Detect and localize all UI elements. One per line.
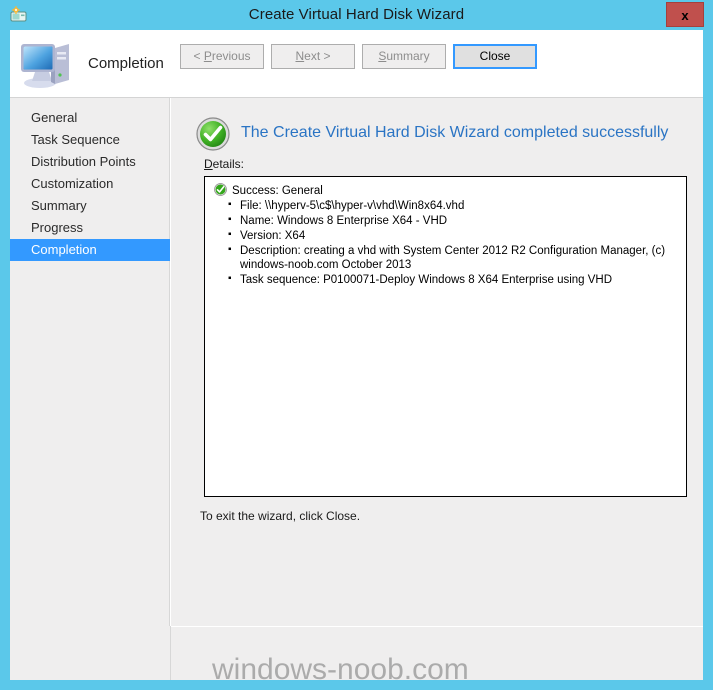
details-item: Version: X64: [228, 228, 678, 243]
details-heading: Success: General: [214, 183, 323, 197]
next-button[interactable]: Next >: [271, 44, 355, 69]
completion-status: The Create Virtual Hard Disk Wizard comp…: [196, 113, 696, 153]
success-check-small-icon: [214, 183, 227, 196]
sidebar-item-distribution-points[interactable]: Distribution Points: [10, 151, 170, 173]
details-label: Details:: [204, 157, 245, 171]
content-panel: The Create Virtual Hard Disk Wizard comp…: [171, 98, 703, 626]
details-item: Name: Windows 8 Enterprise X64 - VHD: [228, 213, 678, 228]
close-icon[interactable]: x: [666, 2, 704, 27]
details-box[interactable]: Success: General File: \\hyperv-5\c$\hyp…: [204, 176, 687, 497]
previous-button[interactable]: < Previous: [180, 44, 264, 69]
details-item: Task sequence: P0100071-Deploy Windows 8…: [228, 272, 678, 287]
wizard-step-list: General Task Sequence Distribution Points C…: [10, 107, 170, 261]
window-title: Create Virtual Hard Disk Wizard: [248, 6, 465, 23]
client-area: Completion General Task Sequence Distribut…: [10, 30, 703, 680]
sidebar-item-summary[interactable]: Summary: [10, 195, 170, 217]
completion-status-text: The Create Virtual Hard Disk Wizard comp…: [241, 124, 669, 141]
footer-bar: [171, 626, 703, 680]
details-item-list: File: \\hyperv-5\c$\hyper-v\vhd\Win8x64.…: [223, 198, 678, 288]
wizard-window: Create Virtual Hard Disk Wizard x Comple…: [0, 0, 713, 690]
details-item: Description: creating a vhd with System …: [228, 243, 678, 272]
sidebar-item-progress[interactable]: Progress: [10, 217, 170, 239]
sidebar-item-general[interactable]: General: [10, 107, 170, 129]
title-bar: Create Virtual Hard Disk Wizard x: [0, 0, 713, 30]
computer-icon: [19, 36, 77, 92]
wizard-step-sidebar: General Task Sequence Distribution Points C…: [10, 98, 170, 666]
summary-button[interactable]: Summary: [362, 44, 446, 69]
details-item: File: \\hyperv-5\c$\hyper-v\vhd\Win8x64.…: [228, 198, 678, 213]
footer-left-fill: [10, 626, 171, 680]
sidebar-item-completion[interactable]: Completion: [10, 239, 170, 261]
page-title: Completion: [88, 55, 164, 72]
success-check-icon: [196, 117, 230, 151]
sidebar-item-task-sequence[interactable]: Task Sequence: [10, 129, 170, 151]
wizard-header: Completion: [10, 30, 703, 98]
close-button[interactable]: Close: [453, 44, 537, 69]
sidebar-item-customization[interactable]: Customization: [10, 173, 170, 195]
details-heading-text: Success: General: [232, 185, 323, 197]
exit-note: To exit the wizard, click Close.: [200, 509, 361, 523]
